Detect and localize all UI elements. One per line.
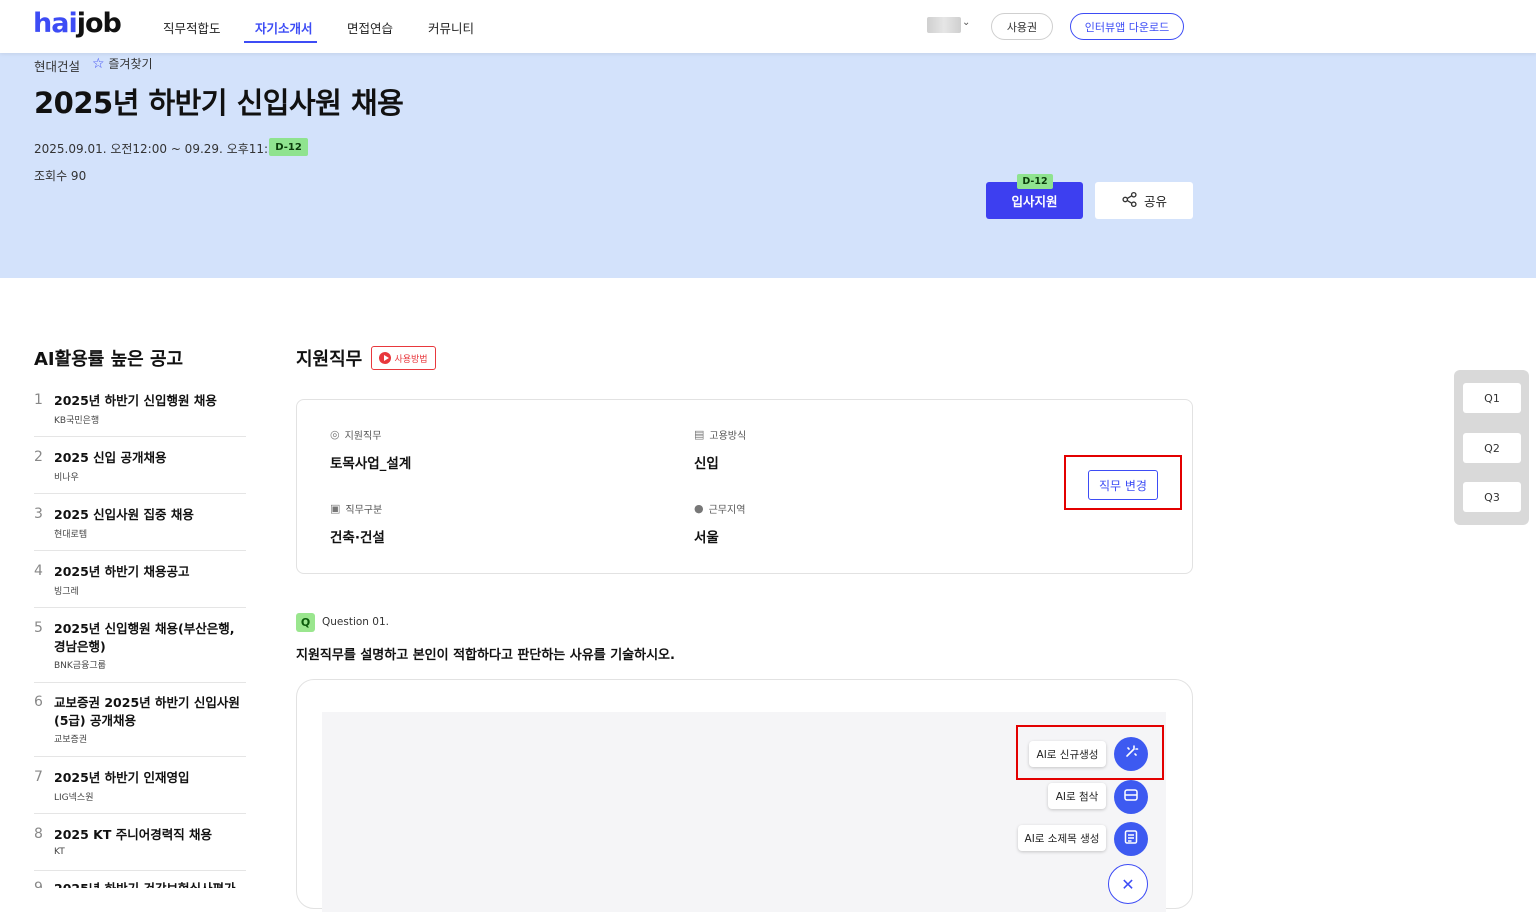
list-item-title: 2025년 신입행원 채용(부산은행, 경남은행) <box>54 621 235 654</box>
sidebar-title: AI활용률 높은 공고 <box>34 349 184 370</box>
list-item-title: 2025년 하반기 채용공고 <box>54 564 190 579</box>
list-item-company: LIG넥스원 <box>54 793 94 803</box>
dday-badge: D-12 <box>269 138 308 156</box>
page-title: 2025년 하반기 신입사원 채용 <box>34 86 404 120</box>
how-to-use-button[interactable]: 사용방법 <box>371 346 436 370</box>
employment-value: 신입 <box>694 456 719 472</box>
interview-app-download-button[interactable]: 인터뷰앱 다운로드 <box>1070 13 1184 40</box>
view-count: 조회수 90 <box>34 169 87 183</box>
close-ai-menu-button[interactable]: ✕ <box>1108 864 1148 904</box>
list-item-company: BNK금융그룹 <box>54 661 106 671</box>
location-field-label: ● 근무지역 <box>694 502 746 516</box>
employment-field-label: ▤ 고용방식 <box>694 428 747 442</box>
list-item-title: 2025 KT 주니어경력직 채용 <box>54 827 213 842</box>
list-item-title: 2025 신입 공개채용 <box>54 450 167 465</box>
nav-cover-letter[interactable]: 자기소개서 <box>255 18 313 37</box>
user-avatar[interactable] <box>927 17 961 33</box>
section-title: 지원직무 <box>296 349 363 370</box>
list-item-title: 2025년 하반기 건강보험심사평가원 <box>54 880 244 888</box>
list-item[interactable]: 7 2025년 하반기 인재영입 LIG넥스원 <box>34 769 246 814</box>
apply-label: 입사지원 <box>1011 194 1058 209</box>
haijob-logo[interactable]: haijob <box>33 8 122 39</box>
list-item[interactable]: 3 2025 신입사원 집중 채용 현대로템 <box>34 506 246 551</box>
company-name[interactable]: 현대건설 <box>34 56 80 75</box>
ai-edit-label[interactable]: AI로 첨삭 <box>1048 783 1106 809</box>
list-item[interactable]: 8 2025 KT 주니어경력직 채용 KT <box>34 826 246 871</box>
target-icon: ◎ <box>330 428 340 441</box>
question-badge: Q <box>296 613 315 632</box>
question-nav-q3[interactable]: Q3 <box>1463 482 1521 512</box>
category-value: 건축·건설 <box>330 530 385 546</box>
list-item-company: 교보증권 <box>54 735 88 745</box>
location-value: 서울 <box>694 530 719 546</box>
how-to-use-label: 사용방법 <box>394 354 428 365</box>
list-item-title: 2025년 하반기 인재영입 <box>54 770 190 785</box>
highlight-box <box>1016 725 1164 780</box>
apply-dday-badge: D-12 <box>1017 174 1053 189</box>
share-label: 공유 <box>1143 194 1167 209</box>
ai-edit-button[interactable] <box>1114 780 1148 814</box>
usage-pass-button[interactable]: 사용권 <box>991 13 1053 40</box>
list-item-company: KT <box>54 847 65 857</box>
category-field-label: ▣ 직무구분 <box>330 502 383 516</box>
document-icon <box>1123 829 1139 849</box>
list-item[interactable]: 6 교보증권 2025년 하반기 신입사원(5급) 공개채용 교보증권 <box>34 694 246 757</box>
active-nav-underline <box>244 41 317 43</box>
edit-box-icon <box>1123 787 1139 807</box>
favorite-toggle[interactable]: ☆ 즐겨찾기 <box>92 55 153 72</box>
close-icon: ✕ <box>1121 874 1135 894</box>
list-item[interactable]: 9 2025년 하반기 건강보험심사평가원 <box>34 880 246 888</box>
play-icon <box>379 352 392 364</box>
list-item-company: 비나우 <box>54 473 79 483</box>
chevron-down-icon[interactable]: ⌄ <box>962 17 970 28</box>
nav-job-fit[interactable]: 직무적합도 <box>163 18 221 37</box>
position-value: 토목사업_설계 <box>330 456 412 472</box>
calendar-icon: ▤ <box>694 428 705 441</box>
question-nav-q1[interactable]: Q1 <box>1463 383 1521 413</box>
share-icon <box>1121 191 1138 211</box>
star-icon: ☆ <box>92 56 105 72</box>
job-info-card <box>296 399 1193 574</box>
nav-community[interactable]: 커뮤니티 <box>428 18 474 37</box>
list-item-title: 교보증권 2025년 하반기 신입사원(5급) 공개채용 <box>54 695 240 728</box>
highlight-box <box>1064 455 1182 510</box>
favorite-label: 즐겨찾기 <box>108 57 153 71</box>
list-item-company: 현대로템 <box>54 530 88 540</box>
location-pin-icon: ● <box>694 502 704 515</box>
badge-icon: ▣ <box>330 502 341 515</box>
question-text: 지원직무를 설명하고 본인이 적합하다고 판단하는 사유를 기술하시오. <box>296 648 675 663</box>
list-item-company: 빙그레 <box>54 587 79 597</box>
nav-interview-practice[interactable]: 면접연습 <box>347 18 393 37</box>
list-item[interactable]: 2 2025 신입 공개채용 비나우 <box>34 449 246 494</box>
application-period: 2025.09.01. 오전12:00 ~ 09.29. 오후11:59 <box>34 142 284 156</box>
top-navigation-bar: haijob 직무적합도 자기소개서 면접연습 커뮤니티 ⌄ 사용권 인터뷰앱 … <box>0 0 1536 53</box>
list-item[interactable]: 5 2025년 신입행원 채용(부산은행, 경남은행) BNK금융그룹 <box>34 620 246 683</box>
ai-subtitle-label[interactable]: AI로 소제목 생성 <box>1018 825 1106 851</box>
list-item[interactable]: 1 2025년 하반기 신입행원 채용 KB국민은행 <box>34 392 246 437</box>
question-nav-q2[interactable]: Q2 <box>1463 433 1521 463</box>
list-item-title: 2025년 하반기 신입행원 채용 <box>54 393 217 408</box>
share-button[interactable]: 공유 <box>1095 182 1193 219</box>
ai-subtitle-button[interactable] <box>1114 822 1148 856</box>
position-field-label: ◎ 지원직무 <box>330 428 382 442</box>
list-item-company: KB국민은행 <box>54 416 100 426</box>
list-item[interactable]: 4 2025년 하반기 채용공고 빙그레 <box>34 563 246 608</box>
list-item-title: 2025 신입사원 집중 채용 <box>54 507 194 522</box>
question-number: Question 01. <box>322 616 389 628</box>
